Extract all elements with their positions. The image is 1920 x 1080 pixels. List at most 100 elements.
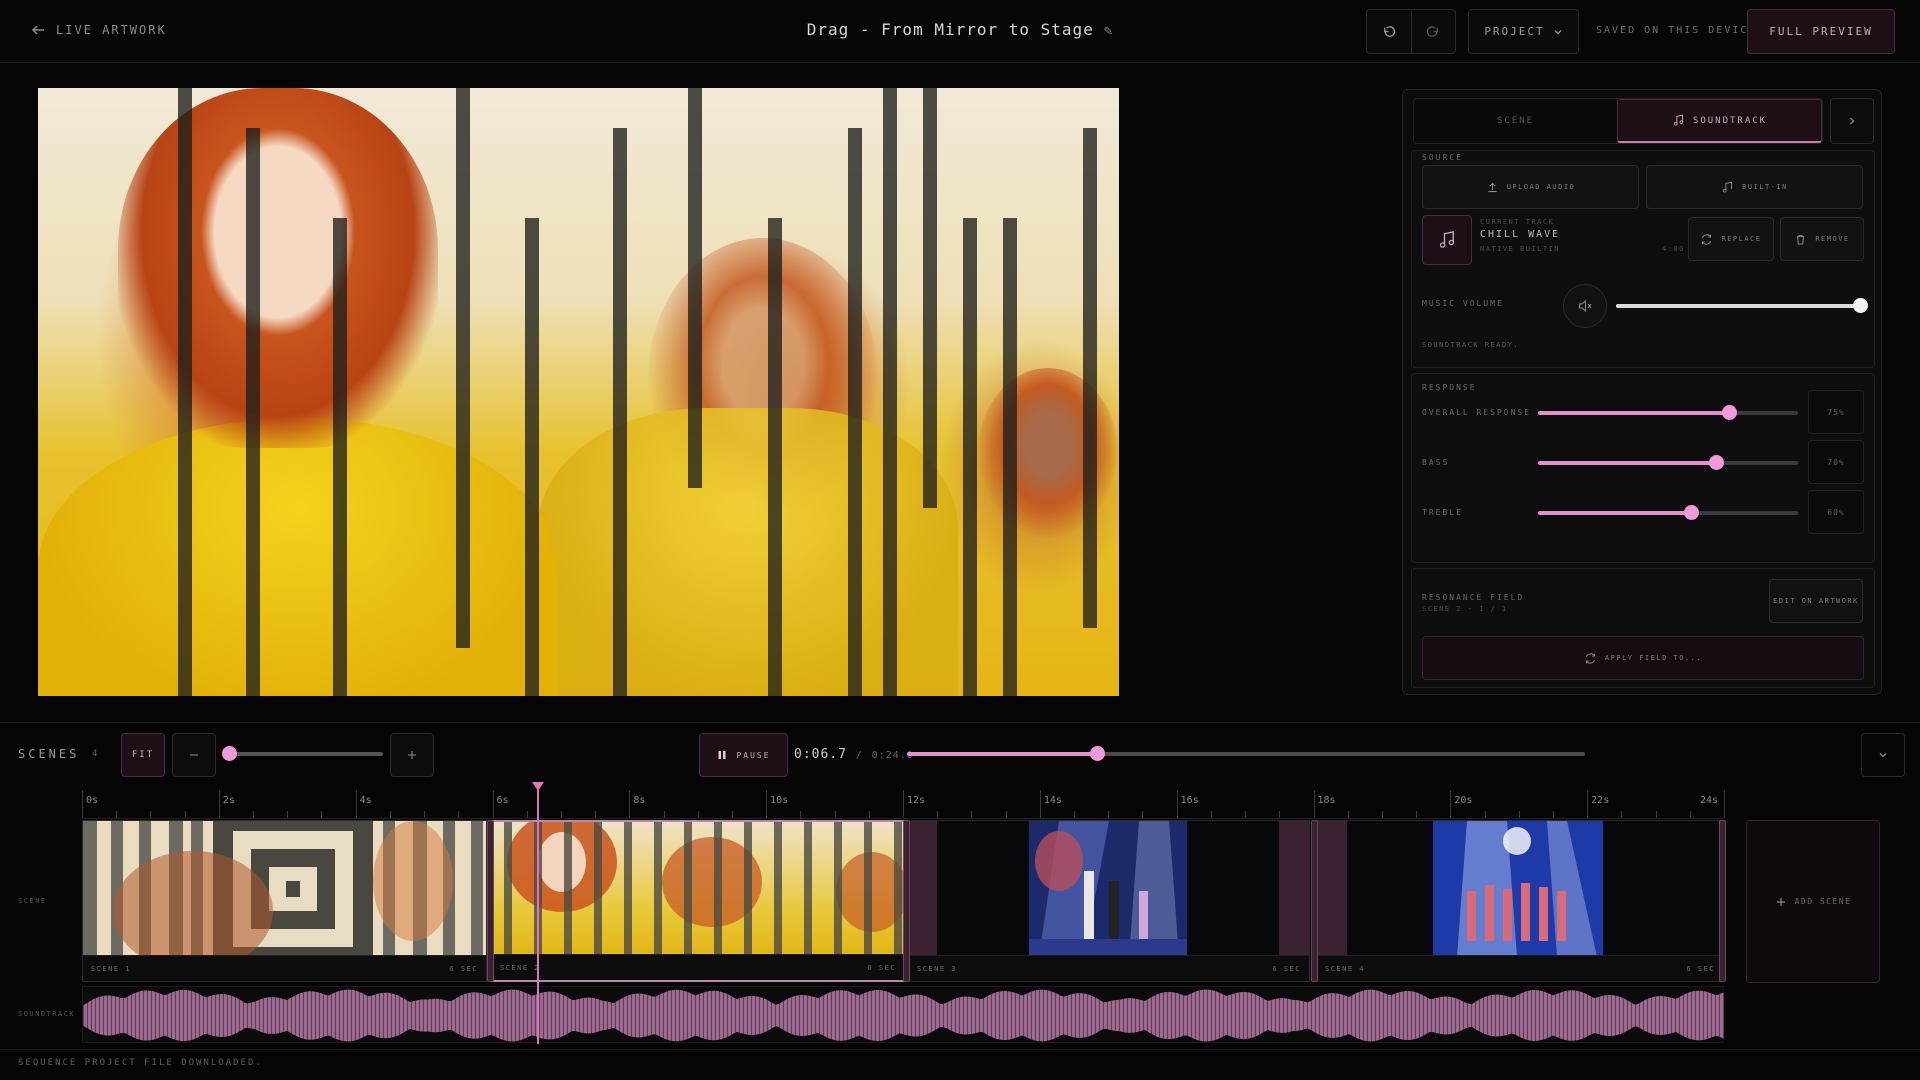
waveform-gap: [235, 987, 236, 1044]
waveform-gap: [1495, 987, 1496, 1044]
waveform-gap: [603, 987, 604, 1044]
soundtrack-row-label: SOUNDTRACK: [18, 1010, 76, 1018]
bass-slider[interactable]: [1538, 455, 1798, 470]
source-section-label: SOURCE: [1422, 153, 1463, 162]
scene-clip-1[interactable]: SCENE 1 6 SEC: [82, 820, 487, 982]
playback-progress-slider[interactable]: [907, 746, 1585, 761]
arrow-left-icon: [31, 25, 44, 35]
waveform-gap: [1043, 987, 1044, 1044]
tab-scene[interactable]: SCENE: [1414, 99, 1617, 143]
chevron-right-icon: [1850, 117, 1855, 125]
collapse-panel-button[interactable]: [1830, 98, 1874, 144]
waveform-gap: [747, 987, 748, 1044]
add-scene-button[interactable]: ADD SCENE: [1746, 820, 1880, 983]
waveform-gap: [615, 987, 616, 1044]
waveform-gap: [375, 987, 376, 1044]
waveform-gap: [431, 987, 432, 1044]
music-volume-knob[interactable]: [1853, 298, 1868, 313]
treble-slider[interactable]: [1538, 505, 1798, 520]
scene-clip-4[interactable]: SCENE 4 6 SEC: [1316, 820, 1724, 982]
waveform-gap: [1355, 987, 1356, 1044]
remove-track-button[interactable]: REMOVE: [1780, 217, 1864, 261]
scene-boundary-handle-3[interactable]: [1311, 820, 1318, 982]
waveform-gap: [1319, 987, 1320, 1044]
waveform-gap: [1531, 987, 1532, 1044]
builtin-audio-button[interactable]: BUILT-IN: [1646, 165, 1863, 209]
refresh-icon: [1585, 652, 1595, 664]
waveform-gap: [911, 987, 912, 1044]
zoom-slider-knob[interactable]: [222, 746, 237, 761]
timeline-ruler[interactable]: 0s 2s 4s 6s 8s 10s 12s 14s 16s 18s 20s 22s 24s: [82, 790, 1725, 819]
playback-progress-knob[interactable]: [1089, 746, 1105, 761]
zoom-in-button[interactable]: [390, 733, 434, 777]
ruler-tick: [731, 811, 733, 818]
waveform-gap: [623, 987, 624, 1044]
waveform-gap: [1443, 987, 1444, 1044]
zoom-out-button[interactable]: [172, 733, 216, 777]
waveform-gap: [467, 987, 468, 1044]
waveform-gap: [319, 987, 320, 1044]
preview-bar: [768, 218, 782, 696]
replace-track-button[interactable]: REPLACE: [1688, 217, 1774, 261]
project-title-text[interactable]: Drag - From Mirror to Stage: [807, 20, 1094, 39]
soundtrack-waveform[interactable]: [82, 986, 1724, 1044]
edit-title-pencil-icon[interactable]: ✎: [1104, 23, 1113, 39]
scene-boundary-handle-2[interactable]: [903, 820, 910, 982]
upload-audio-button[interactable]: UPLOAD AUDIO: [1422, 165, 1639, 209]
bass-value[interactable]: 70%: [1808, 440, 1864, 484]
scene-clip-2[interactable]: SCENE 2 6 SEC: [490, 820, 906, 982]
waveform-gap: [1191, 987, 1192, 1044]
zoom-slider[interactable]: [222, 746, 383, 761]
preview-figure-foreground-body: [38, 418, 558, 696]
edit-on-artwork-button[interactable]: EDIT ON ARTWORK: [1769, 579, 1863, 623]
current-track-name: CHILL WAVE: [1480, 229, 1561, 240]
treble-value[interactable]: 60%: [1808, 490, 1864, 534]
scene-3-label: SCENE 3: [917, 964, 958, 973]
scene-boundary-handle-4[interactable]: [1719, 820, 1726, 982]
speaker-muted-icon: [1578, 299, 1592, 313]
waveform-gap: [931, 987, 932, 1044]
back-to-live-artwork-link[interactable]: LIVE ARTWORK: [30, 22, 167, 38]
music-volume-slider[interactable]: [1616, 298, 1868, 313]
playhead-line[interactable]: [537, 784, 539, 1044]
waveform-gap: [547, 987, 548, 1044]
tab-soundtrack[interactable]: SOUNDTRACK: [1617, 99, 1822, 143]
pause-button[interactable]: PAUSE: [699, 733, 788, 777]
artwork-preview-canvas[interactable]: [38, 88, 1119, 696]
scene-2-footer: SCENE 2 6 SEC: [492, 954, 904, 980]
waveform-gap: [1067, 987, 1068, 1044]
scene-boundary-handle-1[interactable]: [487, 820, 494, 982]
undo-button[interactable]: [1367, 10, 1411, 53]
waveform-gap: [667, 987, 668, 1044]
waveform-gap: [1215, 987, 1216, 1044]
project-menu-button[interactable]: PROJECT: [1468, 9, 1579, 54]
scene-1-label: SCENE 1: [91, 964, 132, 973]
waveform-gap: [919, 987, 920, 1044]
waveform-gap: [1119, 987, 1120, 1044]
scene-2-thumbnail-bar: [564, 822, 572, 958]
waveform-gap: [215, 987, 216, 1044]
overall-response-slider[interactable]: [1538, 405, 1798, 420]
full-preview-button[interactable]: FULL PREVIEW: [1747, 9, 1895, 54]
collapse-timeline-button[interactable]: [1861, 733, 1905, 777]
waveform-gap: [1715, 987, 1716, 1044]
fit-timeline-button[interactable]: FIT: [121, 733, 165, 777]
waveform-gap: [527, 987, 528, 1044]
scene-clip-3[interactable]: SCENE 3 6 SEC: [908, 820, 1310, 982]
redo-button[interactable]: [1410, 10, 1455, 53]
mute-toggle-button[interactable]: [1563, 284, 1607, 328]
ruler-tick: [1655, 811, 1657, 818]
apply-field-button[interactable]: APPLY FIELD TO...: [1422, 636, 1864, 680]
waveform-gap: [655, 987, 656, 1044]
waveform-gap: [1227, 987, 1228, 1044]
waveform-gap: [107, 987, 108, 1044]
bass-slider-knob[interactable]: [1709, 455, 1725, 470]
waveform-gap: [1687, 987, 1688, 1044]
waveform-gap: [695, 987, 696, 1044]
waveform-gap: [143, 987, 144, 1044]
ruler-tick: [1450, 790, 1452, 818]
overall-response-value[interactable]: 75%: [1808, 390, 1864, 434]
overall-response-slider-knob[interactable]: [1722, 405, 1738, 420]
treble-slider-knob[interactable]: [1683, 505, 1699, 520]
waveform-gap: [1559, 987, 1560, 1044]
